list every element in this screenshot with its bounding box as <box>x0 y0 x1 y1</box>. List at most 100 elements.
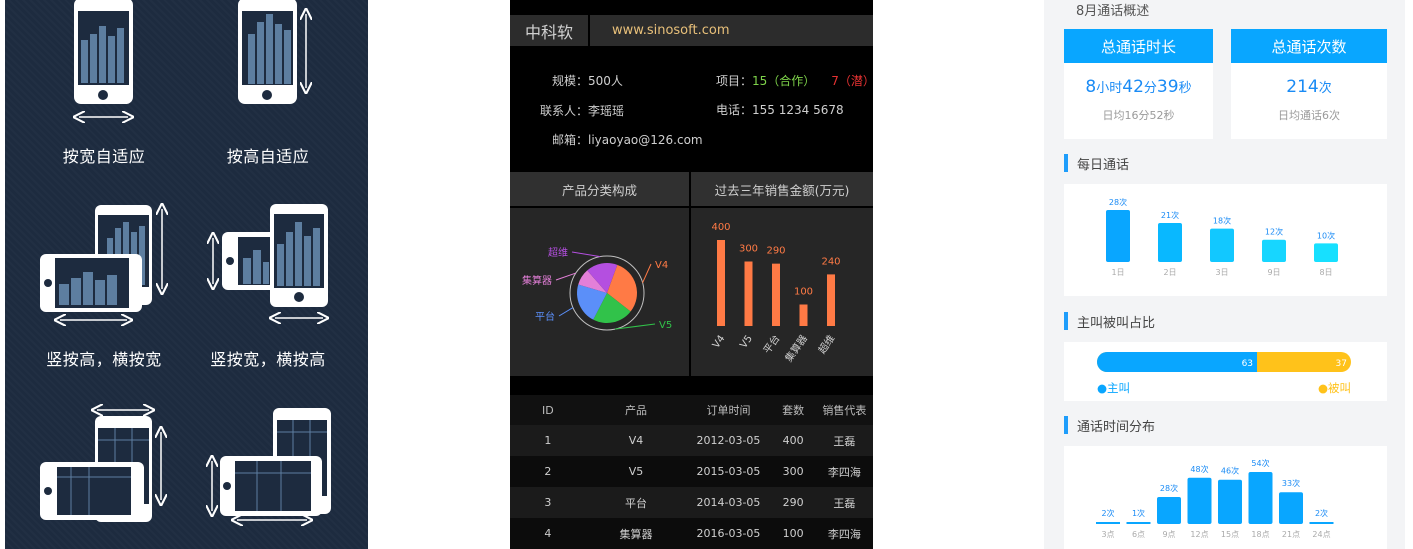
pie-label-超维: 超维 <box>548 246 568 259</box>
orders-table-header: ID 产品 订单时间 套数 销售代表 <box>510 395 873 425</box>
sales-bar-category: 集算器 <box>782 332 810 364</box>
cell-id: 1 <box>510 425 586 456</box>
cell-quantity: 290 <box>770 487 816 518</box>
total-calls-card: 总通话次数 214次 日均通话6次 <box>1231 29 1387 139</box>
project-coop-value: 15（合作） <box>752 74 816 88</box>
adaptive-layout-illustrations <box>40 0 331 549</box>
col-header-quantity: 套数 <box>770 395 816 425</box>
sales-bar-value: 240 <box>821 256 840 267</box>
project-info: 项目：15（合作） 7（潜） <box>716 72 873 89</box>
daily-bar-category: 3日 <box>1215 268 1228 277</box>
distribution-bar-value: 2次 <box>1315 508 1328 518</box>
pie-label-集算器: 集算器 <box>522 274 552 287</box>
total-calls-header: 总通话次数 <box>1231 29 1387 63</box>
cell-product: 平台 <box>585 487 687 518</box>
cell-order-date: 2012-03-05 <box>686 425 771 456</box>
distribution-bar-category: 21点 <box>1282 530 1300 539</box>
dark-dashboard-panel: 中科软 www.sinosoft.com 规模：500人 项目：15（合作） 7（… <box>510 0 873 549</box>
caption-fit-height: 按高自适应 <box>226 147 310 166</box>
distribution-bar-value: 28次 <box>1160 483 1178 493</box>
table-row[interactable]: 1 V4 2012-03-05 400 王磊 <box>510 425 873 456</box>
cell-order-date: 2016-03-05 <box>686 518 771 549</box>
cell-quantity: 400 <box>770 425 816 456</box>
distribution-bar-category: 3点 <box>1101 530 1114 539</box>
cell-sales-rep: 李四海 <box>815 456 873 487</box>
distribution-bar-category: 6点 <box>1132 530 1145 539</box>
cell-sales-rep: 李四海 <box>815 518 873 549</box>
dark-charts-svg: V4V5平台集算器超维 400V4300V5290平台100集算器240超维 <box>522 222 841 364</box>
scale-value: 500人 <box>588 74 623 88</box>
table-row[interactable]: 3 平台 2014-03-05 290 王磊 <box>510 487 873 518</box>
phone-label: 电话： <box>716 103 753 117</box>
cell-product: V4 <box>585 425 687 456</box>
cell-quantity: 100 <box>770 518 816 549</box>
cell-id: 3 <box>510 487 586 518</box>
distribution-bar <box>1187 477 1212 524</box>
sales-bar-value: 100 <box>794 287 813 298</box>
distribution-bar-value: 1次 <box>1132 508 1145 518</box>
total-calls-value: 214次 <box>1286 77 1332 97</box>
caller-ratio-bar: 63 37 <box>1097 352 1351 372</box>
distribution-bar-category: 18点 <box>1251 530 1269 539</box>
cell-order-date: 2015-03-05 <box>686 456 771 487</box>
sales-bar <box>772 263 780 326</box>
phone-fit-height-icon <box>238 0 306 104</box>
distribution-bar-category: 12点 <box>1190 530 1208 539</box>
distribution-bar-category: 15点 <box>1221 530 1239 539</box>
daily-bar-category: 9日 <box>1267 268 1280 277</box>
call-report-panel: 8月通话概述 总通话时长 8小时42分39秒 日均16分52秒 总通话次数 21… <box>1044 0 1405 549</box>
distribution-bar-category: 24点 <box>1312 530 1330 539</box>
table-row[interactable]: 2 V5 2015-03-05 300 李四海 <box>510 456 873 487</box>
daily-bar-category: 2日 <box>1163 268 1176 277</box>
distribution-bar <box>1309 522 1334 524</box>
daily-bar-category: 1日 <box>1111 268 1124 277</box>
cell-id: 4 <box>510 518 586 549</box>
caption-portrait-height: 竖按高，横按宽 <box>46 350 162 369</box>
time-distribution-title: 通话时间分布 <box>1064 416 1155 435</box>
project-potential-value: 7（潜） <box>831 74 873 88</box>
sales-bar-category: V4 <box>711 333 728 350</box>
orders-table: ID 产品 订单时间 套数 销售代表 1 V4 2012-03-05 400 王… <box>510 395 873 549</box>
product-mix-title: 产品分类构成 <box>510 172 689 206</box>
caller-ratio-title: 主叫被叫占比 <box>1064 312 1155 331</box>
distribution-bar-value: 54次 <box>1251 458 1269 468</box>
phone-info: 电话：155 1234 5678 <box>716 101 844 118</box>
col-header-order-date: 订单时间 <box>686 395 771 425</box>
sales-bar <box>717 240 725 326</box>
distribution-bar-value: 33次 <box>1282 478 1300 488</box>
company-url-link[interactable]: www.sinosoft.com <box>590 15 873 46</box>
daily-bar-value: 12次 <box>1265 227 1283 237</box>
pie-leader-line <box>642 263 652 284</box>
contact-value: 李瑶瑶 <box>588 104 625 118</box>
cell-product: V5 <box>585 456 687 487</box>
phone-table-layout-icon <box>40 410 161 522</box>
contact-label: 联系人： <box>540 104 589 118</box>
caption-portrait-width: 竖按宽，横按高 <box>210 350 326 369</box>
phone-portrait-height-landscape-width-icon <box>40 205 162 320</box>
daily-bar-value: 10次 <box>1317 230 1335 240</box>
pie-leader-line <box>558 307 574 317</box>
distribution-bar-value: 2次 <box>1101 508 1114 518</box>
pie-leader-line <box>614 323 656 330</box>
sales-bar-value: 290 <box>766 246 785 257</box>
distribution-bar <box>1126 522 1151 524</box>
cell-quantity: 300 <box>770 456 816 487</box>
callee-percent: 37 <box>1336 359 1347 369</box>
distribution-bar <box>1279 492 1303 524</box>
scale-label: 规模： <box>552 74 589 88</box>
product-pie-chart: V4 V5 平台 集算器 超维 <box>522 246 672 331</box>
cell-id: 2 <box>510 456 586 487</box>
table-row[interactable]: 4 集算器 2016-03-05 100 李四海 <box>510 518 873 549</box>
scale-info: 规模：500人 <box>552 72 623 89</box>
distribution-bar <box>1218 479 1242 524</box>
sales-bar <box>744 261 753 326</box>
col-header-product: 产品 <box>585 395 687 425</box>
contact-info: 联系人：李瑶瑶 <box>540 102 624 119</box>
sales-bar-category: 超维 <box>815 332 837 356</box>
col-header-sales-rep: 销售代表 <box>815 395 873 425</box>
sales-bar <box>827 274 835 326</box>
caption-fit-width: 按宽自适应 <box>62 147 146 166</box>
distribution-bar-value: 46次 <box>1221 466 1239 476</box>
sales-3yr-title: 过去三年销售金额(万元) <box>691 172 873 206</box>
caller-segment <box>1097 352 1258 372</box>
